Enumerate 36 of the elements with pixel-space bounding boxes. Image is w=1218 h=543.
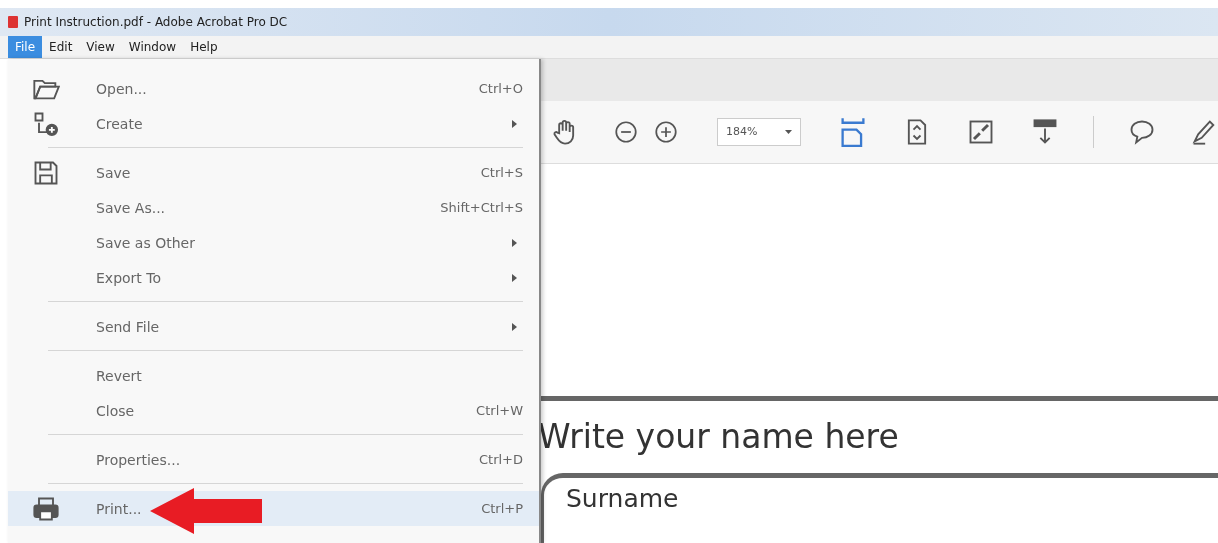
menu-item[interactable]: Create (8, 106, 539, 141)
menu-item-label: Create (96, 115, 144, 132)
shortcut-label: Ctrl+S (480, 165, 523, 180)
menu-item-label: Save As... (96, 199, 167, 216)
heading: Write your name here (538, 416, 900, 458)
shortcut-label: Ctrl+D (478, 452, 523, 467)
menu-item[interactable]: Revert (8, 358, 539, 393)
menu-item-label: Properties... (96, 451, 182, 468)
menu-item[interactable]: Properties... Ctrl+D (8, 442, 539, 477)
menu-item[interactable]: Save As... Shift+Ctrl+S (8, 190, 539, 225)
menu-item-label: Revert (96, 367, 143, 384)
menu-bar-item[interactable]: File (8, 36, 43, 58)
menu-bar-item[interactable]: View (79, 36, 122, 58)
menu-item-label: Send File (96, 318, 161, 335)
field-label: Surname (565, 483, 680, 513)
menu-item[interactable]: Send File (8, 309, 539, 344)
menu-item[interactable]: Save Ctrl+S (8, 155, 539, 190)
menu-item-label: Print... (96, 500, 143, 517)
shortcut-label: Ctrl+P (481, 501, 523, 516)
menu-item[interactable]: Open... Ctrl+O (8, 71, 539, 106)
menu-item-label: Export To (96, 269, 163, 286)
shortcut-label: Ctrl+W (476, 403, 523, 418)
menu-item-label: Close (96, 402, 136, 419)
menu-item[interactable]: Save as Other (8, 225, 539, 260)
menu-item[interactable]: Export To (8, 260, 539, 295)
shortcut-label: Shift+Ctrl+S (440, 200, 523, 215)
menu-item-label: Save as Other (96, 234, 196, 251)
menu-bar-item[interactable]: Help (183, 36, 225, 58)
zoom-dropdown[interactable]: 184% (717, 117, 801, 146)
menu-item-label: Open... (96, 80, 148, 97)
menu-item[interactable]: Close Ctrl+W (8, 393, 539, 428)
menu-bar-item[interactable]: Window (121, 36, 184, 58)
window-title: Print Instruction.pdf - Adobe Acrobat Pro DC (24, 15, 288, 29)
menu-bar-item[interactable]: Edit (42, 36, 80, 58)
menu-item-label: Save (96, 164, 132, 181)
shortcut-label: Ctrl+O (478, 81, 523, 96)
